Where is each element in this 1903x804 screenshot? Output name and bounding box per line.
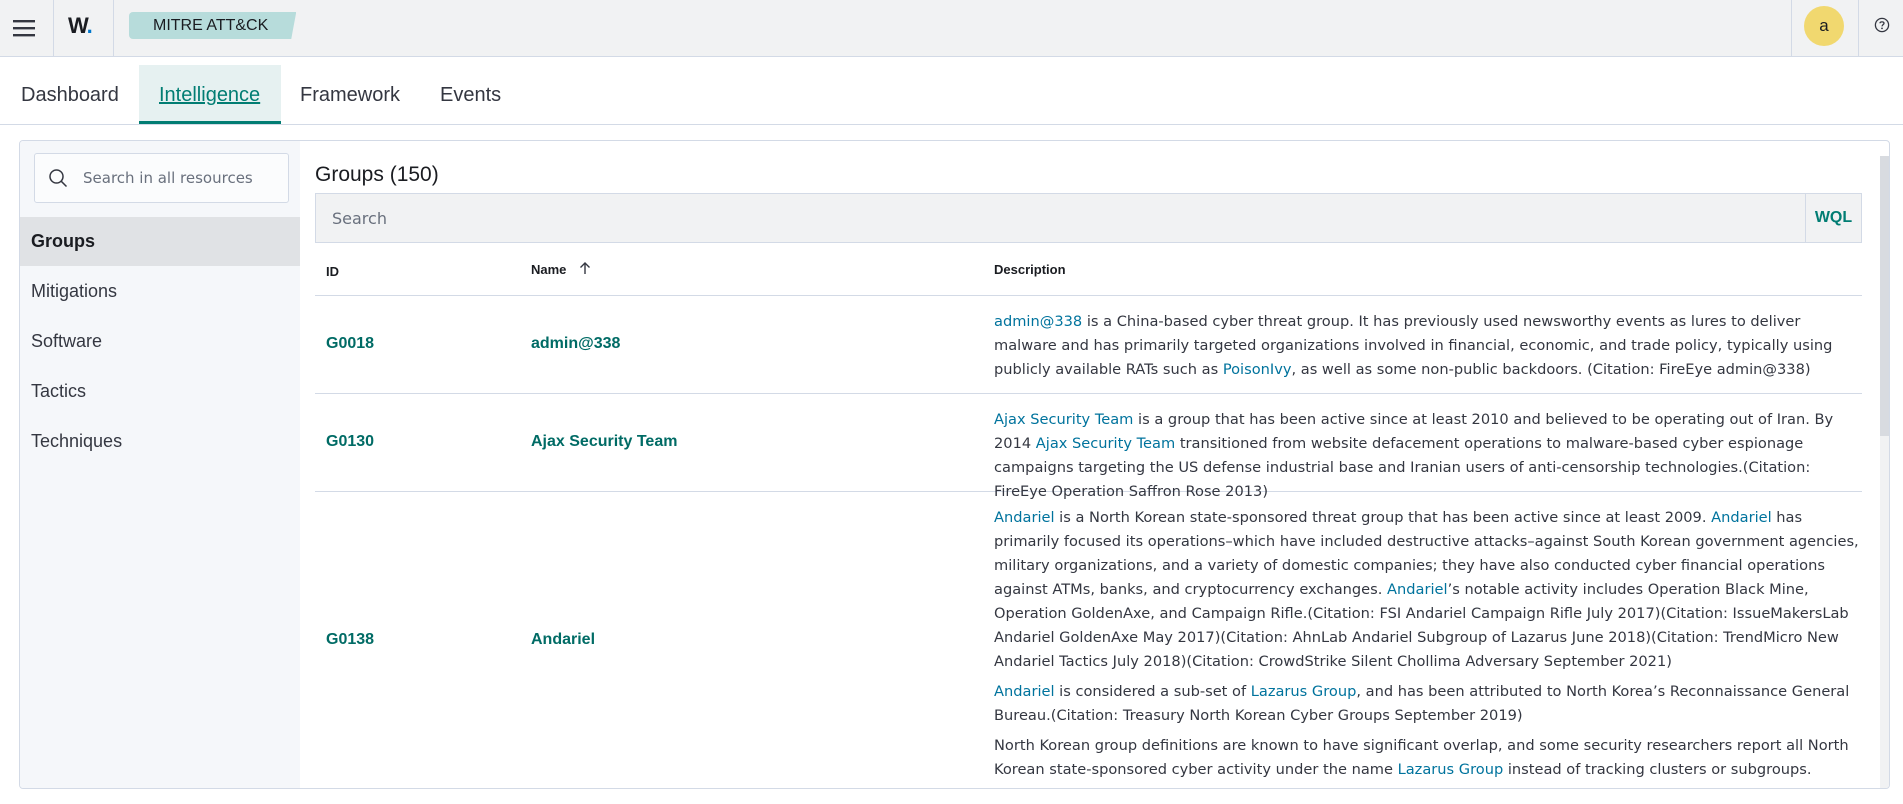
group-link[interactable]: Andariel <box>994 509 1055 526</box>
tab-intelligence[interactable]: Intelligence <box>139 65 281 124</box>
breadcrumb[interactable]: MITRE ATT&CK <box>129 12 297 39</box>
table-header: ID Name Description <box>315 244 1862 296</box>
divider <box>1791 0 1792 56</box>
sidebar-item-mitigations[interactable]: Mitigations <box>20 267 300 316</box>
software-link[interactable]: PoisonIvy <box>1223 361 1292 378</box>
tab-bar: Dashboard Intelligence Framework Events <box>0 57 1903 125</box>
sidebar-item-techniques[interactable]: Techniques <box>20 417 300 466</box>
column-header-id[interactable]: ID <box>326 246 339 298</box>
table-row[interactable]: G0138 Andariel Andariel is a North Korea… <box>315 492 1864 788</box>
description-text: is a North Korean state-sponsored threat… <box>1054 509 1712 526</box>
group-name[interactable]: Andariel <box>531 631 595 649</box>
avatar[interactable]: a <box>1804 6 1844 46</box>
group-description: Andariel is a North Korean state-sponsor… <box>994 506 1864 788</box>
wql-button[interactable]: WQL <box>1805 194 1861 242</box>
group-link[interactable]: Lazarus Group <box>1398 761 1504 778</box>
description-text: is considered a sub-set of <box>1054 683 1251 700</box>
scrollbar-thumb[interactable] <box>1880 156 1889 436</box>
tab-events[interactable]: Events <box>420 65 521 124</box>
group-description: Ajax Security Team is a group that has b… <box>994 408 1864 504</box>
sidebar-item-software[interactable]: Software <box>20 317 300 366</box>
sidebar-item-groups[interactable]: Groups <box>20 217 300 266</box>
description-paragraph: Andariel is a North Korean state-sponsor… <box>994 506 1864 674</box>
page-title: Groups (150) <box>315 163 439 186</box>
group-link[interactable]: Ajax Security Team <box>994 411 1133 428</box>
tab-dashboard[interactable]: Dashboard <box>1 65 139 124</box>
tab-framework[interactable]: Framework <box>280 65 420 124</box>
group-id[interactable]: G0018 <box>326 335 374 353</box>
menu-icon[interactable] <box>10 14 38 42</box>
column-header-name-label: Name <box>531 262 567 277</box>
resource-search[interactable] <box>34 153 289 203</box>
column-header-name[interactable]: Name <box>531 244 592 296</box>
group-link[interactable]: Andariel <box>1387 581 1448 598</box>
table-search-input[interactable] <box>332 194 1812 242</box>
resource-sidebar: Groups Mitigations Software Tactics Tech… <box>20 141 300 788</box>
group-name[interactable]: admin@338 <box>531 335 620 353</box>
groups-view: Groups (150) WQL ID Name Description G00… <box>315 141 1880 788</box>
group-description: admin@338 is a China-based cyber threat … <box>994 310 1864 382</box>
column-header-description[interactable]: Description <box>994 244 1066 296</box>
search-icon <box>48 168 68 193</box>
description-text: instead of tracking clusters or subgroup… <box>1503 761 1812 778</box>
group-id[interactable]: G0138 <box>326 631 374 649</box>
divider <box>113 0 114 56</box>
divider <box>53 0 54 56</box>
description-paragraph: North Korean group definitions are known… <box>994 734 1864 782</box>
group-link[interactable]: Andariel <box>994 683 1055 700</box>
group-link[interactable]: admin@338 <box>994 313 1082 330</box>
group-name[interactable]: Ajax Security Team <box>531 433 677 451</box>
help-icon[interactable] <box>1874 17 1892 35</box>
group-link[interactable]: Ajax Security Team <box>1036 435 1175 452</box>
divider <box>1858 0 1859 56</box>
group-link[interactable]: Lazarus Group <box>1251 683 1357 700</box>
resource-search-input[interactable] <box>83 154 283 202</box>
description-text: , as well as some non-public backdoors. … <box>1291 361 1811 378</box>
content-panel: Groups Mitigations Software Tactics Tech… <box>19 140 1890 789</box>
table-row[interactable]: G0130 Ajax Security Team Ajax Security T… <box>315 394 1862 500</box>
group-id[interactable]: G0130 <box>326 433 374 451</box>
sidebar-item-tactics[interactable]: Tactics <box>20 367 300 416</box>
description-paragraph: Andariel is considered a sub-set of Laza… <box>994 680 1864 728</box>
logo[interactable]: W. <box>68 13 93 39</box>
table-search[interactable]: WQL <box>315 193 1862 243</box>
sort-ascending-icon <box>578 245 592 297</box>
table-row[interactable]: G0018 admin@338 admin@338 is a China-bas… <box>315 296 1862 394</box>
group-link[interactable]: Andariel <box>1711 509 1772 526</box>
top-header: W. MITRE ATT&CK a <box>0 0 1903 57</box>
